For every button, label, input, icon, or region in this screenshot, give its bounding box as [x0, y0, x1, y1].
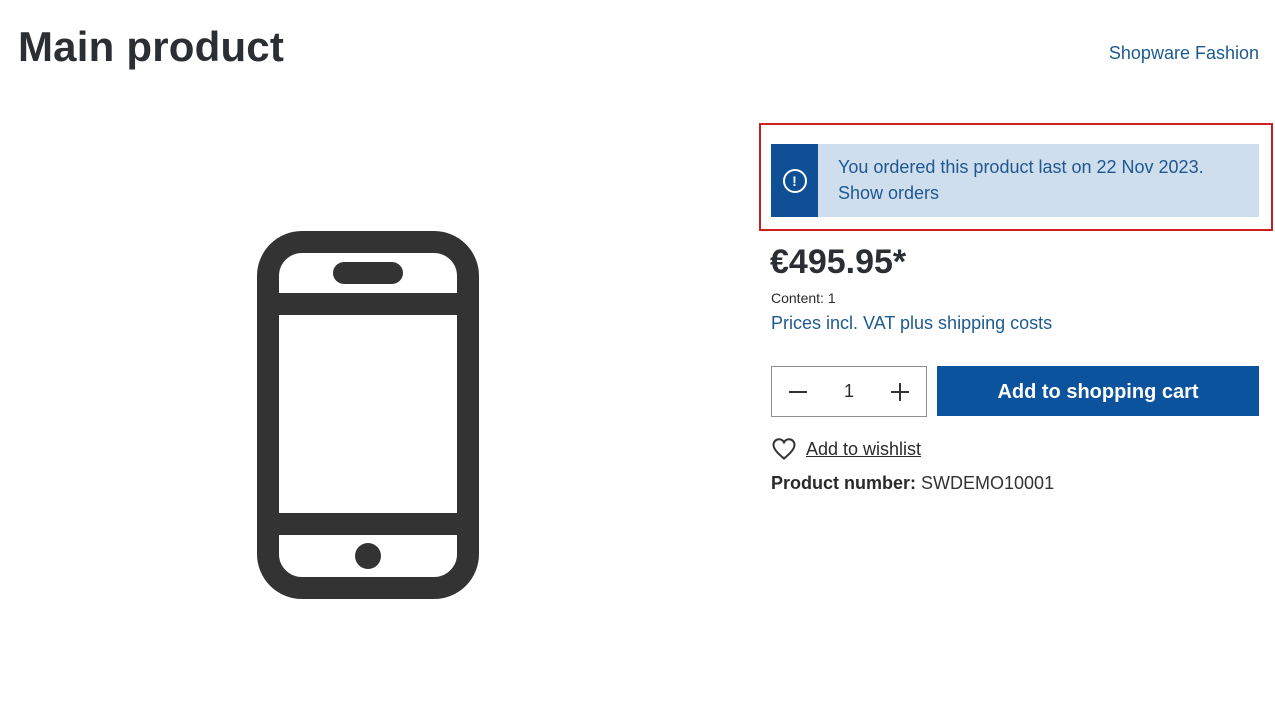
quantity-decrease-button[interactable]: [772, 367, 824, 416]
product-image-placeholder: [250, 225, 486, 605]
minus-icon: [789, 383, 807, 401]
previous-order-alert: ! You ordered this product last on 22 No…: [771, 144, 1259, 217]
smartphone-icon: [257, 231, 479, 599]
heart-icon: [772, 438, 796, 460]
product-number-value: SWDEMO10001: [921, 473, 1055, 493]
product-number-label: Product number:: [771, 473, 917, 493]
plus-icon: [891, 382, 909, 401]
page-title: Main product: [18, 23, 285, 70]
quantity-stepper: [771, 366, 927, 417]
add-to-wishlist-button[interactable]: Add to wishlist: [771, 437, 921, 461]
product-detail-page: Main product Shopware Fashion ! You orde…: [0, 0, 1275, 712]
manufacturer-link[interactable]: Shopware Fashion: [1109, 42, 1259, 64]
tax-shipping-link[interactable]: Prices incl. VAT plus shipping costs: [771, 312, 1052, 334]
alert-icon-column: !: [771, 144, 818, 217]
alert-message: You ordered this product last on 22 Nov …: [818, 144, 1259, 217]
wishlist-label: Add to wishlist: [806, 439, 922, 459]
quantity-increase-button[interactable]: [874, 367, 926, 416]
quantity-input[interactable]: [824, 371, 874, 412]
content-info: Content: 1: [771, 290, 836, 306]
product-price: €495.95*: [770, 243, 907, 281]
alert-message-text: You ordered this product last on 22 Nov …: [838, 157, 1204, 177]
info-circle-icon: !: [782, 168, 807, 193]
show-orders-link[interactable]: Show orders: [838, 183, 939, 203]
add-to-cart-button[interactable]: Add to shopping cart: [937, 366, 1259, 416]
product-number: Product number: SWDEMO10001: [771, 472, 1054, 494]
